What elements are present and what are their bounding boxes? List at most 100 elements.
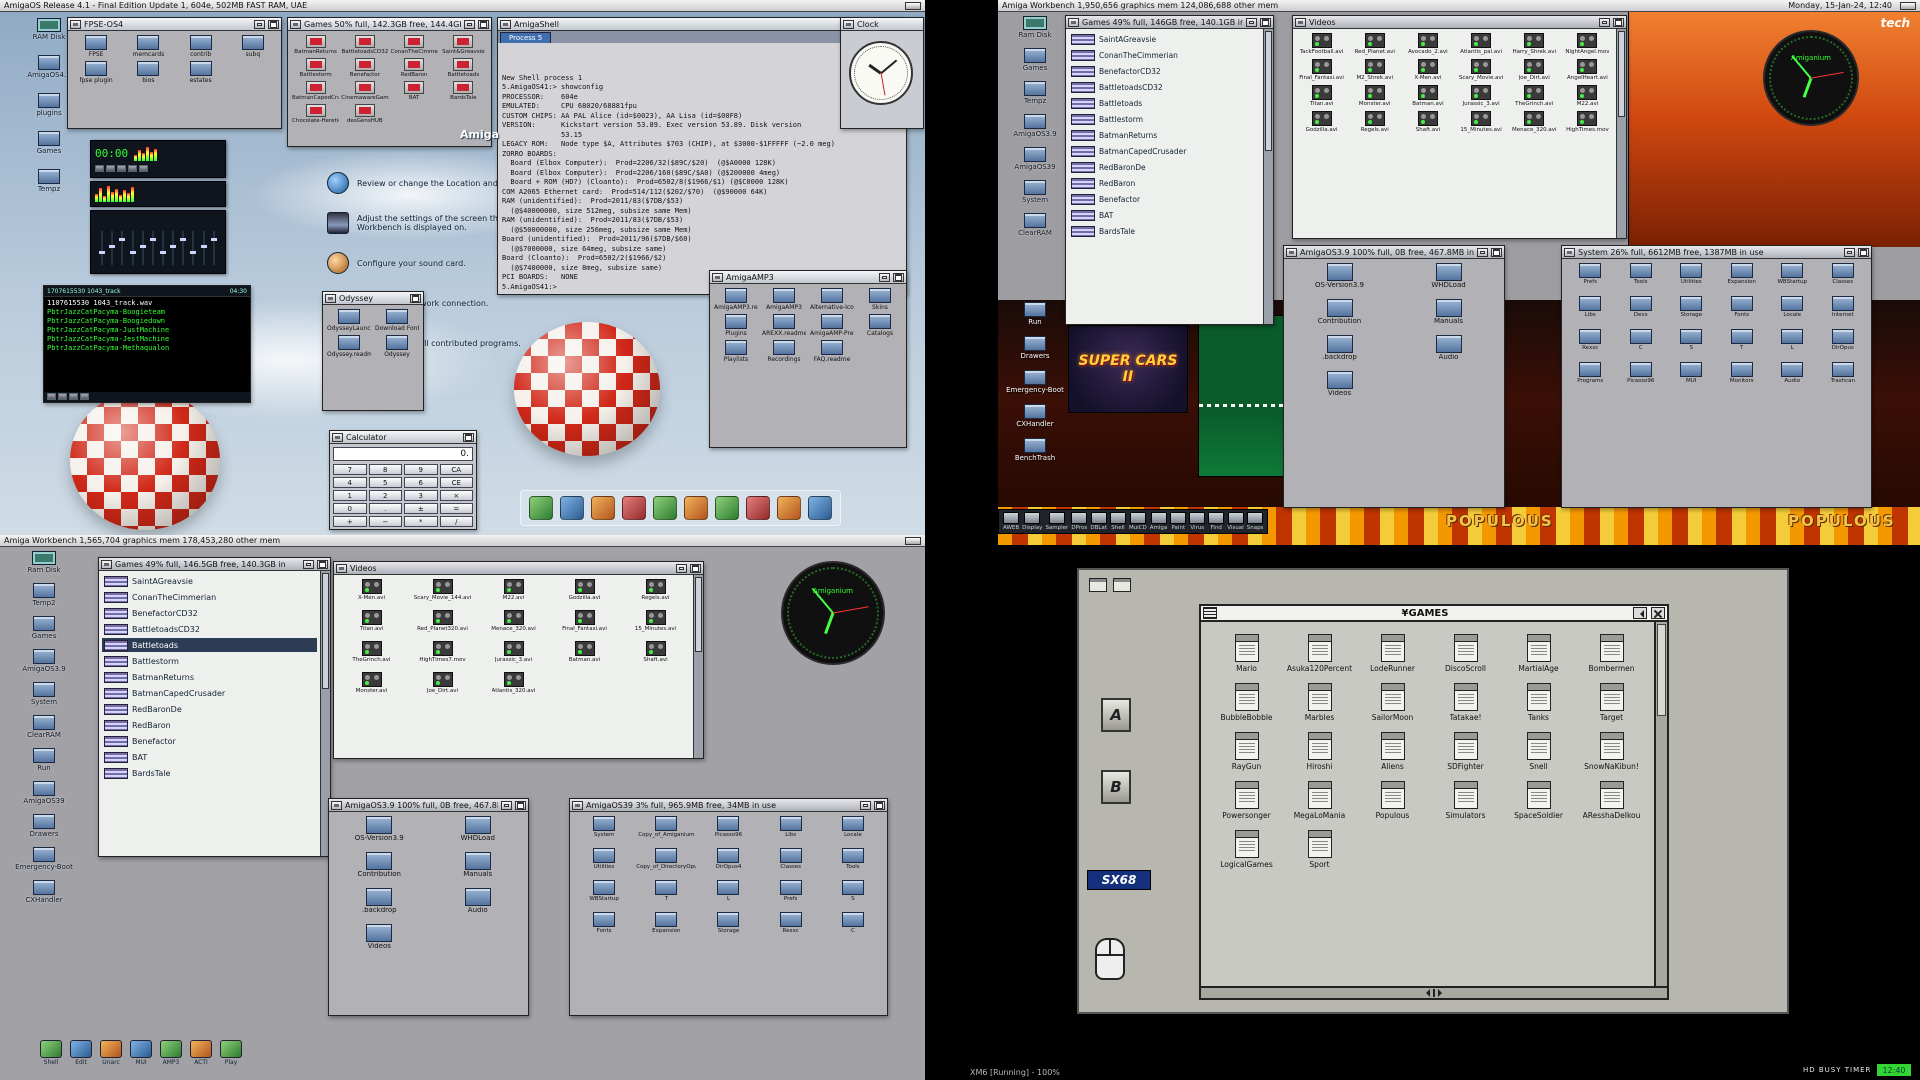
taskbar-item[interactable]: MuiCD <box>1129 512 1147 531</box>
taskbar-item[interactable]: Paint <box>1170 512 1186 531</box>
dock-icon[interactable] <box>653 496 677 520</box>
game-file-icon[interactable]: Simulators <box>1430 781 1501 820</box>
game-item[interactable]: BAT <box>1069 208 1260 222</box>
file-icon[interactable]: Alternative-Icons <box>810 288 854 311</box>
zoom-gadget[interactable] <box>1477 248 1488 257</box>
file-icon[interactable]: Odyssey <box>375 335 419 358</box>
file-icon[interactable]: Plugins <box>714 314 758 337</box>
video-file-icon[interactable]: Red_Planet.avi <box>1350 33 1399 56</box>
file-icon[interactable]: FAQ.readme <box>810 340 854 363</box>
depth-gadget[interactable] <box>1613 18 1624 27</box>
calc-key[interactable]: 7 <box>333 464 367 475</box>
video-file-icon[interactable]: Menace_320.avi <box>480 610 547 633</box>
drawer-item[interactable]: Classes <box>1819 263 1868 286</box>
video-file-icon[interactable]: 15_Minutes.avi <box>1457 111 1506 134</box>
game-item[interactable]: BatmanReturns <box>102 670 317 684</box>
drawer-item[interactable]: Rexxc <box>1566 329 1615 352</box>
file-icon[interactable]: AmigaAMP3.readme <box>714 288 758 311</box>
playlist-track[interactable]: PbtrJazzCatPacyma-Boogiedown <box>47 317 247 326</box>
game-icon-item[interactable]: Benefactor <box>341 58 388 79</box>
game-file-icon[interactable]: LodeRunner <box>1357 634 1428 673</box>
close-gadget[interactable] <box>712 273 723 282</box>
game-item[interactable]: ConanTheCimmerian <box>102 590 317 604</box>
drawer-item[interactable]: Videos <box>333 924 426 950</box>
video-file-icon[interactable]: 15_Minutes.avi <box>622 610 689 633</box>
game-item[interactable]: Benefactor <box>1069 192 1260 206</box>
drawer-item[interactable]: Libs <box>761 816 821 839</box>
file-icon[interactable]: Skins <box>858 288 902 311</box>
dock-item[interactable]: Play <box>220 1040 242 1066</box>
video-file-icon[interactable]: Jurassic_3.avi <box>1457 85 1506 108</box>
drawer-item[interactable]: L <box>1768 329 1817 352</box>
video-file-icon[interactable]: M22.avi <box>480 579 547 602</box>
desktop-icon[interactable]: AmigaOS3.9 <box>1006 114 1064 138</box>
game-item[interactable]: BatmanReturns <box>1069 128 1260 142</box>
game-icon-item[interactable]: Saint&Greavsie <box>440 35 487 56</box>
desktop-icon[interactable]: Games <box>12 616 76 640</box>
close-gadget[interactable] <box>843 20 854 29</box>
video-file-icon[interactable]: Atlantis_pal.avi <box>1457 33 1506 56</box>
video-file-icon[interactable]: M22.avi <box>1563 85 1612 108</box>
video-file-icon[interactable]: Atlantis_320.avi <box>480 672 547 695</box>
desktop-icon[interactable]: Tempz <box>1006 81 1064 105</box>
game-file-icon[interactable]: Target <box>1576 683 1647 722</box>
game-item[interactable]: BatmanCapedCrusader <box>102 686 317 700</box>
shell-tab[interactable]: Process 5 <box>500 32 551 43</box>
close-gadget[interactable] <box>1564 248 1575 257</box>
titlebar[interactable]: Odyssey <box>323 292 423 305</box>
playlist-track[interactable]: PbtrJazzCatPacyma-Methaqualon <box>47 344 247 353</box>
video-file-icon[interactable]: TackFootball.avi <box>1297 33 1346 56</box>
vertical-scrollbar[interactable] <box>1654 622 1667 986</box>
video-file-icon[interactable]: Shaft.avi <box>1403 111 1452 134</box>
drawer-item[interactable]: Contribution <box>1288 299 1391 325</box>
desktop-icon[interactable]: AmigaOS39 <box>1006 147 1064 171</box>
floppy-drive-b-icon[interactable]: B <box>1101 770 1131 804</box>
game-file-icon[interactable]: AResshaDeIkou <box>1576 781 1647 820</box>
screen-depth-gadget[interactable] <box>905 537 921 545</box>
video-file-icon[interactable]: X-Men.avi <box>338 579 405 602</box>
drawer-item[interactable]: Copy_of_Amiganium <box>636 816 696 839</box>
desktop-icon[interactable]: CXHandler <box>1006 404 1064 428</box>
game-item[interactable]: Benefactor <box>102 734 317 748</box>
playlist-track[interactable]: PbtrJazzCatPacyma-Boogieteam <box>47 308 247 317</box>
prev-button[interactable] <box>95 165 104 172</box>
video-file-icon[interactable]: AngelHeart.avi <box>1563 59 1612 82</box>
drawer-item[interactable]: Tools <box>823 848 883 871</box>
depth-gadget[interactable] <box>893 273 904 282</box>
taskbar-item[interactable]: DBLat <box>1090 512 1107 531</box>
drawer-item[interactable]: OS-Version3.9 <box>333 816 426 842</box>
drawer-item[interactable]: C <box>823 912 883 935</box>
game-file-icon[interactable]: Marbles <box>1284 683 1355 722</box>
video-file-icon[interactable]: Shaft.avi <box>622 641 689 664</box>
game-file-icon[interactable]: Tanks <box>1503 683 1574 722</box>
video-file-icon[interactable]: Regels.avi <box>1350 111 1399 134</box>
drawer-item[interactable]: WBStartup <box>1768 263 1817 286</box>
close-gadget[interactable] <box>70 20 81 29</box>
game-item[interactable]: BenefactorCD32 <box>102 606 317 620</box>
desktop-icon[interactable]: Temp2 <box>12 583 76 607</box>
close-gadget[interactable] <box>325 294 336 303</box>
desktop-icon[interactable]: System <box>1006 180 1064 204</box>
game-file-icon[interactable]: MegaLoMania <box>1284 781 1355 820</box>
vertical-scrollbar[interactable] <box>1263 29 1273 324</box>
drawer-item[interactable]: T <box>1718 329 1767 352</box>
file-icon[interactable]: AREXX.readme <box>762 314 806 337</box>
file-icon[interactable]: FPSE <box>72 35 120 58</box>
dock-item[interactable]: AMP3 <box>160 1040 182 1066</box>
close-gadget[interactable] <box>290 20 301 29</box>
taskbar-item[interactable]: Visual <box>1227 512 1243 531</box>
drawer-item[interactable]: Devs <box>1617 296 1666 319</box>
game-file-icon[interactable]: Bombermen <box>1576 634 1647 673</box>
desktop-icon[interactable]: Run <box>12 748 76 772</box>
drawer-item[interactable]: S <box>1667 329 1716 352</box>
video-file-icon[interactable]: Titan.avi <box>1297 85 1346 108</box>
dock-icon[interactable] <box>715 496 739 520</box>
game-file-icon[interactable]: Tatakae! <box>1430 683 1501 722</box>
video-file-icon[interactable]: X-Men.avi <box>1403 59 1452 82</box>
drawer-item[interactable]: L <box>698 880 758 903</box>
desktop-icon[interactable]: AmigaOS39 <box>12 781 76 805</box>
drawer-item[interactable]: .backdrop <box>1288 335 1391 361</box>
drawer-item[interactable]: C <box>1617 329 1666 352</box>
dock-icon[interactable] <box>746 496 770 520</box>
game-item[interactable]: BatmanCapedCrusader <box>1069 144 1260 158</box>
